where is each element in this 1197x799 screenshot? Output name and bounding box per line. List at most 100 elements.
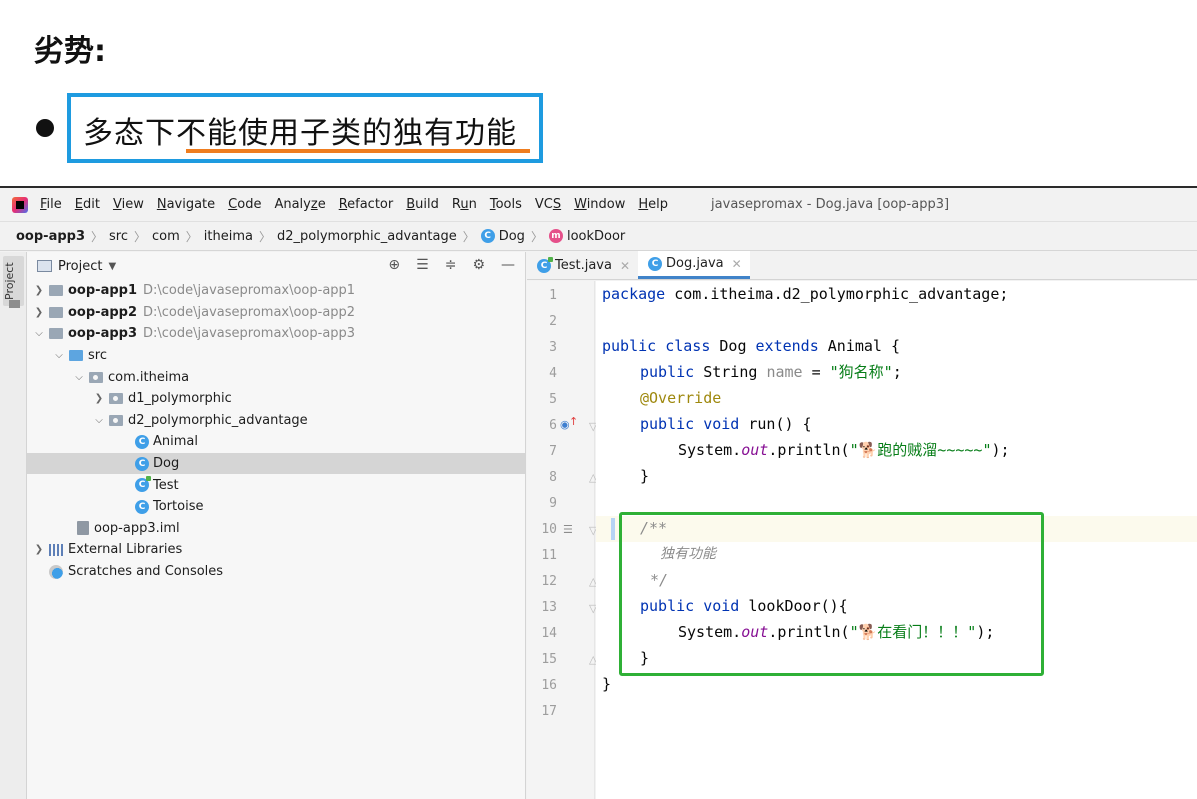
breadcrumb-project[interactable]: oop-app3 <box>16 229 85 244</box>
breadcrumb-src[interactable]: src <box>109 229 128 244</box>
gear-icon[interactable]: ⚙ <box>472 257 485 273</box>
line-number: 3 <box>549 340 557 355</box>
menu-navigate[interactable]: Navigate <box>157 197 215 212</box>
project-view-icon <box>37 260 52 272</box>
code-line-6: public void run() { <box>640 415 812 433</box>
tree-item-external-libraries[interactable]: ❯ External Libraries <box>27 539 525 561</box>
breadcrumb-separator-icon: 〉 <box>91 229 104 244</box>
tree-item-animal[interactable]: C Animal <box>27 431 525 453</box>
code-line-3: public class Dog extends Animal { <box>602 337 901 355</box>
menu-code[interactable]: Code <box>228 197 261 212</box>
breadcrumb-separator-icon: 〉 <box>530 229 543 244</box>
runnable-class-icon: C <box>135 476 151 493</box>
module-folder-icon <box>49 328 63 340</box>
tree-item-d1-polymorphic[interactable]: ❯ d1_polymorphic <box>27 388 525 410</box>
scratches-icon <box>49 564 63 579</box>
project-panel-title: Project <box>58 258 103 274</box>
close-icon[interactable]: ✕ <box>732 257 742 271</box>
chevron-right-icon[interactable]: ❯ <box>33 285 45 296</box>
tree-item-scratches[interactable]: Scratches and Consoles <box>27 561 525 583</box>
tab-test-java[interactable]: C Test.java ✕ <box>527 252 638 279</box>
collapse-all-icon[interactable]: ≑ <box>445 257 457 273</box>
tree-item-d2-polymorphic-advantage[interactable]: ⌵ d2_polymorphic_advantage <box>27 410 525 432</box>
tree-item-src[interactable]: ⌵ src <box>27 345 525 367</box>
line-number: 2 <box>549 314 557 329</box>
breadcrumb-com[interactable]: com <box>152 229 180 244</box>
package-icon <box>109 414 123 426</box>
chevron-right-icon[interactable]: ❯ <box>93 393 105 404</box>
breadcrumb: oop-app3 〉 src 〉 com 〉 itheima 〉 d2_poly… <box>0 221 1197 251</box>
tree-item-dog[interactable]: C Dog <box>27 452 525 475</box>
tree-item-tortoise[interactable]: C Tortoise <box>27 496 525 518</box>
tree-item-oop-app1[interactable]: ❯ oop-app1 D:\code\javasepromax\oop-app1 <box>27 280 525 302</box>
tree-item-test[interactable]: C Test <box>27 474 525 496</box>
chevron-right-icon[interactable]: ❯ <box>33 544 45 555</box>
menu-run[interactable]: Run <box>452 197 477 212</box>
folder-icon <box>9 300 20 308</box>
source-folder-icon <box>69 350 83 362</box>
highlight-box <box>619 512 1044 676</box>
breadcrumb-class[interactable]: C Dog <box>480 229 525 244</box>
chevron-right-icon[interactable]: ❯ <box>33 307 45 318</box>
class-icon: C <box>135 434 149 449</box>
text-caret <box>611 518 615 540</box>
menu-edit[interactable]: Edit <box>75 197 100 212</box>
line-number: 12 <box>541 574 557 589</box>
library-icon <box>49 543 63 556</box>
locate-file-icon[interactable]: ⊕ <box>388 257 400 273</box>
menu-help[interactable]: Help <box>638 197 668 212</box>
menu-vcs[interactable]: VCS <box>535 197 561 212</box>
editor-gutter: 1 2 3 4 5 6 7 8 9 10 11 12 13 14 15 16 1… <box>527 281 597 799</box>
intellij-logo-icon <box>12 196 28 213</box>
close-icon[interactable]: ✕ <box>620 259 630 273</box>
tree-item-oop-app3[interactable]: ⌵ oop-app3 D:\code\javasepromax\oop-app3 <box>27 323 525 345</box>
tree-item-oop-app2[interactable]: ❯ oop-app2 D:\code\javasepromax\oop-app2 <box>27 302 525 324</box>
method-icon: m <box>548 229 563 243</box>
bullet-underline <box>186 149 530 153</box>
package-icon <box>109 393 123 405</box>
breadcrumb-package[interactable]: d2_polymorphic_advantage <box>277 229 457 244</box>
chevron-down-icon[interactable]: ▼ <box>108 261 116 272</box>
menu-tools[interactable]: Tools <box>490 197 522 212</box>
line-number: 5 <box>549 392 557 407</box>
hide-panel-icon[interactable]: — <box>501 257 515 273</box>
tree-item-com-itheima[interactable]: ⌵ com.itheima <box>27 366 525 388</box>
menu-view[interactable]: View <box>113 197 144 212</box>
chevron-down-icon[interactable]: ⌵ <box>93 415 105 426</box>
expand-all-icon[interactable]: ☰ <box>416 257 429 273</box>
breadcrumb-separator-icon: 〉 <box>134 229 147 244</box>
project-tool-label: Project <box>3 262 16 300</box>
runnable-class-icon: C <box>537 256 553 273</box>
line-number: 11 <box>541 548 557 563</box>
code-line-7: System.out.println("🐕跑的贼溜~~~~~"); <box>678 441 1010 459</box>
code-line-16: } <box>602 675 612 693</box>
code-line-8: } <box>640 467 650 485</box>
module-folder-icon <box>49 285 63 297</box>
menu-refactor[interactable]: Refactor <box>339 197 394 212</box>
line-number: 13 <box>541 600 557 615</box>
project-panel-tools: ⊕ ☰ ≑ ⚙ — <box>388 257 515 273</box>
tree-item-iml[interactable]: oop-app3.iml <box>27 518 525 540</box>
chevron-down-icon[interactable]: ⌵ <box>73 372 85 383</box>
doc-render-icon[interactable]: ☰ <box>563 523 573 536</box>
bullet-box: 多态下不能使用子类的独有功能 <box>67 93 543 163</box>
left-tool-strip: Project <box>0 252 27 799</box>
menu-bar: File Edit View Navigate Code Analyze Ref… <box>0 188 1197 221</box>
breadcrumb-method[interactable]: m lookDoor <box>548 229 625 244</box>
line-number: 9 <box>549 496 557 511</box>
menu-build[interactable]: Build <box>406 197 439 212</box>
line-number: 4 <box>549 366 557 381</box>
menu-file[interactable]: File <box>40 197 62 212</box>
line-number: 15 <box>541 652 557 667</box>
line-number: 17 <box>541 704 557 719</box>
chevron-down-icon[interactable]: ⌵ <box>33 328 45 339</box>
menu-window[interactable]: Window <box>574 197 625 212</box>
line-number: 1 <box>549 288 557 303</box>
chevron-down-icon[interactable]: ⌵ <box>53 350 65 361</box>
override-up-arrow-icon[interactable]: ↑ <box>569 415 578 428</box>
tab-dog-java[interactable]: C Dog.java ✕ <box>638 251 750 279</box>
menu-analyze[interactable]: Analyze <box>274 197 325 212</box>
breadcrumb-itheima[interactable]: itheima <box>204 229 253 244</box>
project-panel: Project ▼ ⊕ ☰ ≑ ⚙ — ❯ oop-app1 D:\code\j… <box>27 252 526 799</box>
bullet-dot <box>36 119 54 137</box>
